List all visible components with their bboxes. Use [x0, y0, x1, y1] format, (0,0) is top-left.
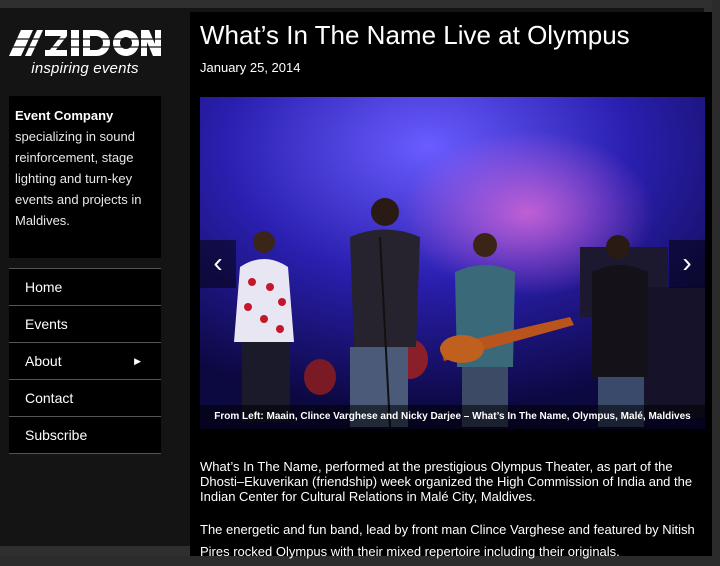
nav-label: Subscribe [25, 427, 88, 443]
tagline: inspiring events [31, 60, 139, 77]
post-date: January 25, 2014 [200, 60, 301, 75]
about-box: Event Company specializing in sound rein… [9, 96, 161, 258]
nav-item-contact[interactable]: Contact [9, 380, 161, 417]
main-content: What’s In The Name Live at Olympus Janua… [190, 12, 712, 559]
nav-item-home[interactable]: Home [9, 269, 161, 306]
nav-item-about[interactable]: About ▶ [9, 343, 161, 380]
nav-item-subscribe[interactable]: Subscribe [9, 417, 161, 454]
about-heading: Event Company [15, 108, 114, 123]
logo-mark [9, 30, 161, 56]
sidebar: inspiring events Event Company specializ… [9, 20, 161, 454]
main-nav: Home Events About ▶ Contact Subscribe [9, 268, 161, 454]
slider-next-button[interactable]: › [669, 240, 705, 288]
about-text: specializing in sound reinforcement, sta… [15, 129, 142, 228]
nav-label: Events [25, 316, 68, 332]
nav-label: Home [25, 279, 63, 295]
slider-prev-button[interactable]: ‹ [200, 240, 236, 288]
photo-slider: ‹ › From Left: Maain, Clince Varghese an… [200, 97, 705, 429]
logo[interactable]: inspiring events [9, 20, 161, 88]
submenu-arrow-icon: ▶ [134, 356, 141, 366]
nav-label: Contact [25, 390, 74, 406]
concert-photo [200, 97, 705, 429]
post-paragraph: What’s In The Name, performed at the pre… [200, 459, 693, 504]
nav-item-events[interactable]: Events [9, 306, 161, 343]
post-title[interactable]: What’s In The Name Live at Olympus [200, 20, 630, 51]
nav-label: About [25, 353, 62, 369]
post-paragraph: The energetic and fun band, lead by fron… [200, 522, 695, 559]
photo-caption: From Left: Maain, Clince Varghese and Ni… [200, 405, 705, 429]
